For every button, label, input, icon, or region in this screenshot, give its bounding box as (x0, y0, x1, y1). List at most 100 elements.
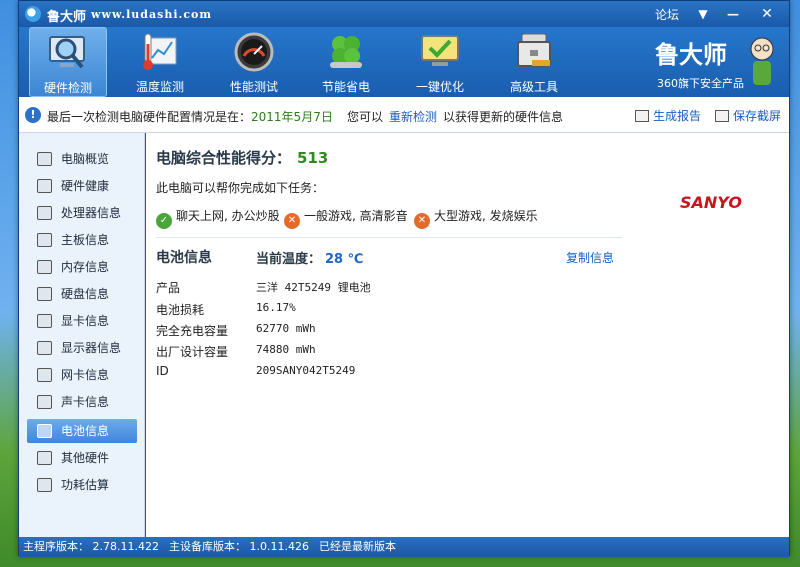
sidebar-item-other[interactable]: 其他硬件 (27, 446, 137, 470)
brand-title: 鲁大师 (655, 40, 727, 69)
forum-link[interactable]: 论坛 (655, 6, 679, 23)
tool-label: 硬件检测 (43, 81, 92, 95)
sidebar-item-label: 电脑概览 (61, 152, 110, 166)
sidebar-item-label: 硬件健康 (61, 179, 110, 193)
tool-label: 温度监测 (135, 80, 184, 94)
task-label: 大型游戏, 发烧娱乐 (434, 209, 538, 223)
tool-advanced-tools[interactable]: 高级工具 (495, 27, 573, 97)
sidebar-item-label: 内存信息 (61, 260, 110, 274)
current-temperature: 当前温度： 28 ℃ (256, 248, 363, 267)
sidebar-item-memory[interactable]: 内存信息 (27, 255, 137, 279)
info-icon: ! (25, 107, 41, 123)
prop-label-wear: 电池损耗 (156, 303, 205, 317)
sound-card-icon (37, 395, 52, 409)
redetect-suffix: 以获得更新的硬件信息 (443, 110, 564, 124)
sidebar-item-battery[interactable]: 电池信息 (27, 419, 137, 443)
generate-report-button[interactable]: 生成报告 (634, 107, 701, 124)
redetect-hint: 您可以 重新检测 以获得更新的硬件信息 (347, 108, 563, 125)
sidebar-item-label: 硬盘信息 (61, 287, 110, 301)
sidebar-item-label: 功耗估算 (61, 478, 110, 492)
device-db-version: 主设备库版本： 1.0.11.426 (168, 540, 309, 553)
latest-version-text: 已经是最新版本 (318, 540, 396, 553)
sidebar-item-sound[interactable]: 声卡信息 (27, 390, 137, 414)
sidebar-item-label: 电池信息 (61, 424, 110, 438)
brand-block: 鲁大师 360旗下安全产品 (647, 31, 777, 93)
cross-icon: ✕ (284, 213, 300, 229)
last-detect-date: 2011年5月7日 (251, 110, 333, 124)
sanyo-logo: SANYO (680, 193, 742, 212)
sidebar-item-motherboard[interactable]: 主板信息 (27, 228, 137, 252)
toolbox-icon (517, 33, 551, 67)
prop-value-full-charge: 62770 mWh (256, 322, 316, 335)
sidebar-item-power[interactable]: 功耗估算 (27, 473, 137, 497)
you-can-text: 您可以 (347, 110, 384, 124)
task-label: 聊天上网, 办公炒股 (176, 209, 280, 223)
power-estimate-icon (37, 478, 52, 492)
tool-label: 一键优化 (415, 80, 464, 94)
graphics-card-icon (37, 314, 52, 328)
copy-info-link[interactable]: 复制信息 (566, 249, 614, 266)
status-bar: 主程序版本： 2.78.11.422 主设备库版本： 1.0.11.426 已经是最… (19, 537, 789, 557)
brand-subtitle: 360旗下安全产品 (657, 77, 744, 90)
score-label: 电脑综合性能得分： (156, 149, 292, 167)
score-value: 513 (297, 149, 329, 167)
task-item: ✕ 大型游戏, 发烧娱乐 (414, 207, 538, 229)
prop-value-product: 三洋 42T5249 锂电池 (256, 281, 371, 294)
thermometer-icon (143, 33, 177, 70)
sidebar-item-cpu[interactable]: 处理器信息 (27, 201, 137, 225)
task-item: ✕ 一般游戏, 高清影音 (284, 207, 408, 229)
sidebar-item-overview[interactable]: 电脑概览 (27, 147, 137, 171)
app-url: www.ludashi.com (91, 8, 212, 21)
sidebar-item-label: 显示器信息 (61, 341, 122, 355)
menu-dropdown-icon[interactable]: ▼ (691, 5, 715, 23)
sidebar-item-label: 其他硬件 (61, 451, 110, 465)
last-detect-text: 最后一次检测电脑硬件配置情况是在：2011年5月7日 (47, 108, 333, 125)
tasks-intro: 此电脑可以帮你完成如下任务： (156, 181, 325, 195)
magnifier-monitor-icon (49, 36, 85, 69)
sidebar-item-network[interactable]: 网卡信息 (27, 363, 137, 387)
tool-one-click-optimize[interactable]: 一键优化 (401, 27, 479, 97)
sidebar-item-display[interactable]: 显示器信息 (27, 336, 137, 360)
tool-label: 节能省电 (321, 80, 370, 94)
redetect-link[interactable]: 重新检测 (389, 110, 437, 124)
prop-label-id: ID (156, 364, 169, 378)
sidebar-item-health[interactable]: 硬件健康 (27, 174, 137, 198)
other-hardware-icon (37, 451, 52, 465)
tool-energy-saving[interactable]: 节能省电 (307, 27, 385, 97)
sidebar-item-label: 显卡信息 (61, 314, 110, 328)
minimize-icon[interactable]: — (721, 5, 745, 23)
cross-icon: ✕ (414, 213, 430, 229)
generate-report-label: 生成报告 (652, 109, 701, 123)
prop-value-id: 209SANY042T5249 (256, 364, 356, 377)
app-title: 鲁大师 (47, 10, 87, 25)
tool-temperature[interactable]: 温度监测 (121, 27, 199, 97)
monitor-checkmark-icon (421, 35, 459, 66)
display-icon (37, 341, 52, 355)
tool-label: 高级工具 (509, 80, 558, 94)
plus-health-icon (37, 179, 52, 193)
motherboard-icon (37, 233, 52, 247)
check-icon: ✓ (156, 213, 172, 229)
cpu-icon (37, 206, 52, 220)
temperature-label: 当前温度： (256, 252, 322, 267)
prop-label-design-capacity: 出厂设计容量 (156, 345, 229, 359)
close-icon[interactable]: ✕ (755, 5, 779, 23)
sidebar-item-graphics[interactable]: 显卡信息 (27, 309, 137, 333)
prop-value-wear: 16.17% (256, 301, 296, 314)
memory-icon (37, 260, 52, 274)
tool-hardware-detect[interactable]: 硬件检测 (29, 27, 107, 97)
main-program-version: 主程序版本： 2.78.11.422 (23, 540, 159, 553)
save-screenshot-button[interactable]: 保存截屏 (714, 107, 781, 124)
mascot-icon (750, 37, 774, 85)
computer-overview-icon (37, 152, 52, 166)
save-screenshot-label: 保存截屏 (732, 109, 781, 123)
camera-icon (714, 110, 729, 122)
sidebar-item-harddisk[interactable]: 硬盘信息 (27, 282, 137, 306)
main-toolbar: 硬件检测 温度监测 性能测试 节能省电 一键优化 高级工具 鲁大师 360旗下安… (19, 27, 789, 97)
performance-score: 电脑综合性能得分： 513 (156, 147, 328, 168)
title-bar[interactable]: 鲁大师 www.ludashi.com 论坛 ▼ — ✕ (19, 1, 789, 27)
tool-performance[interactable]: 性能测试 (215, 27, 293, 97)
prop-label-product: 产品 (156, 281, 181, 295)
prop-value-design-capacity: 74880 mWh (256, 343, 316, 356)
app-logo-icon (25, 6, 41, 22)
